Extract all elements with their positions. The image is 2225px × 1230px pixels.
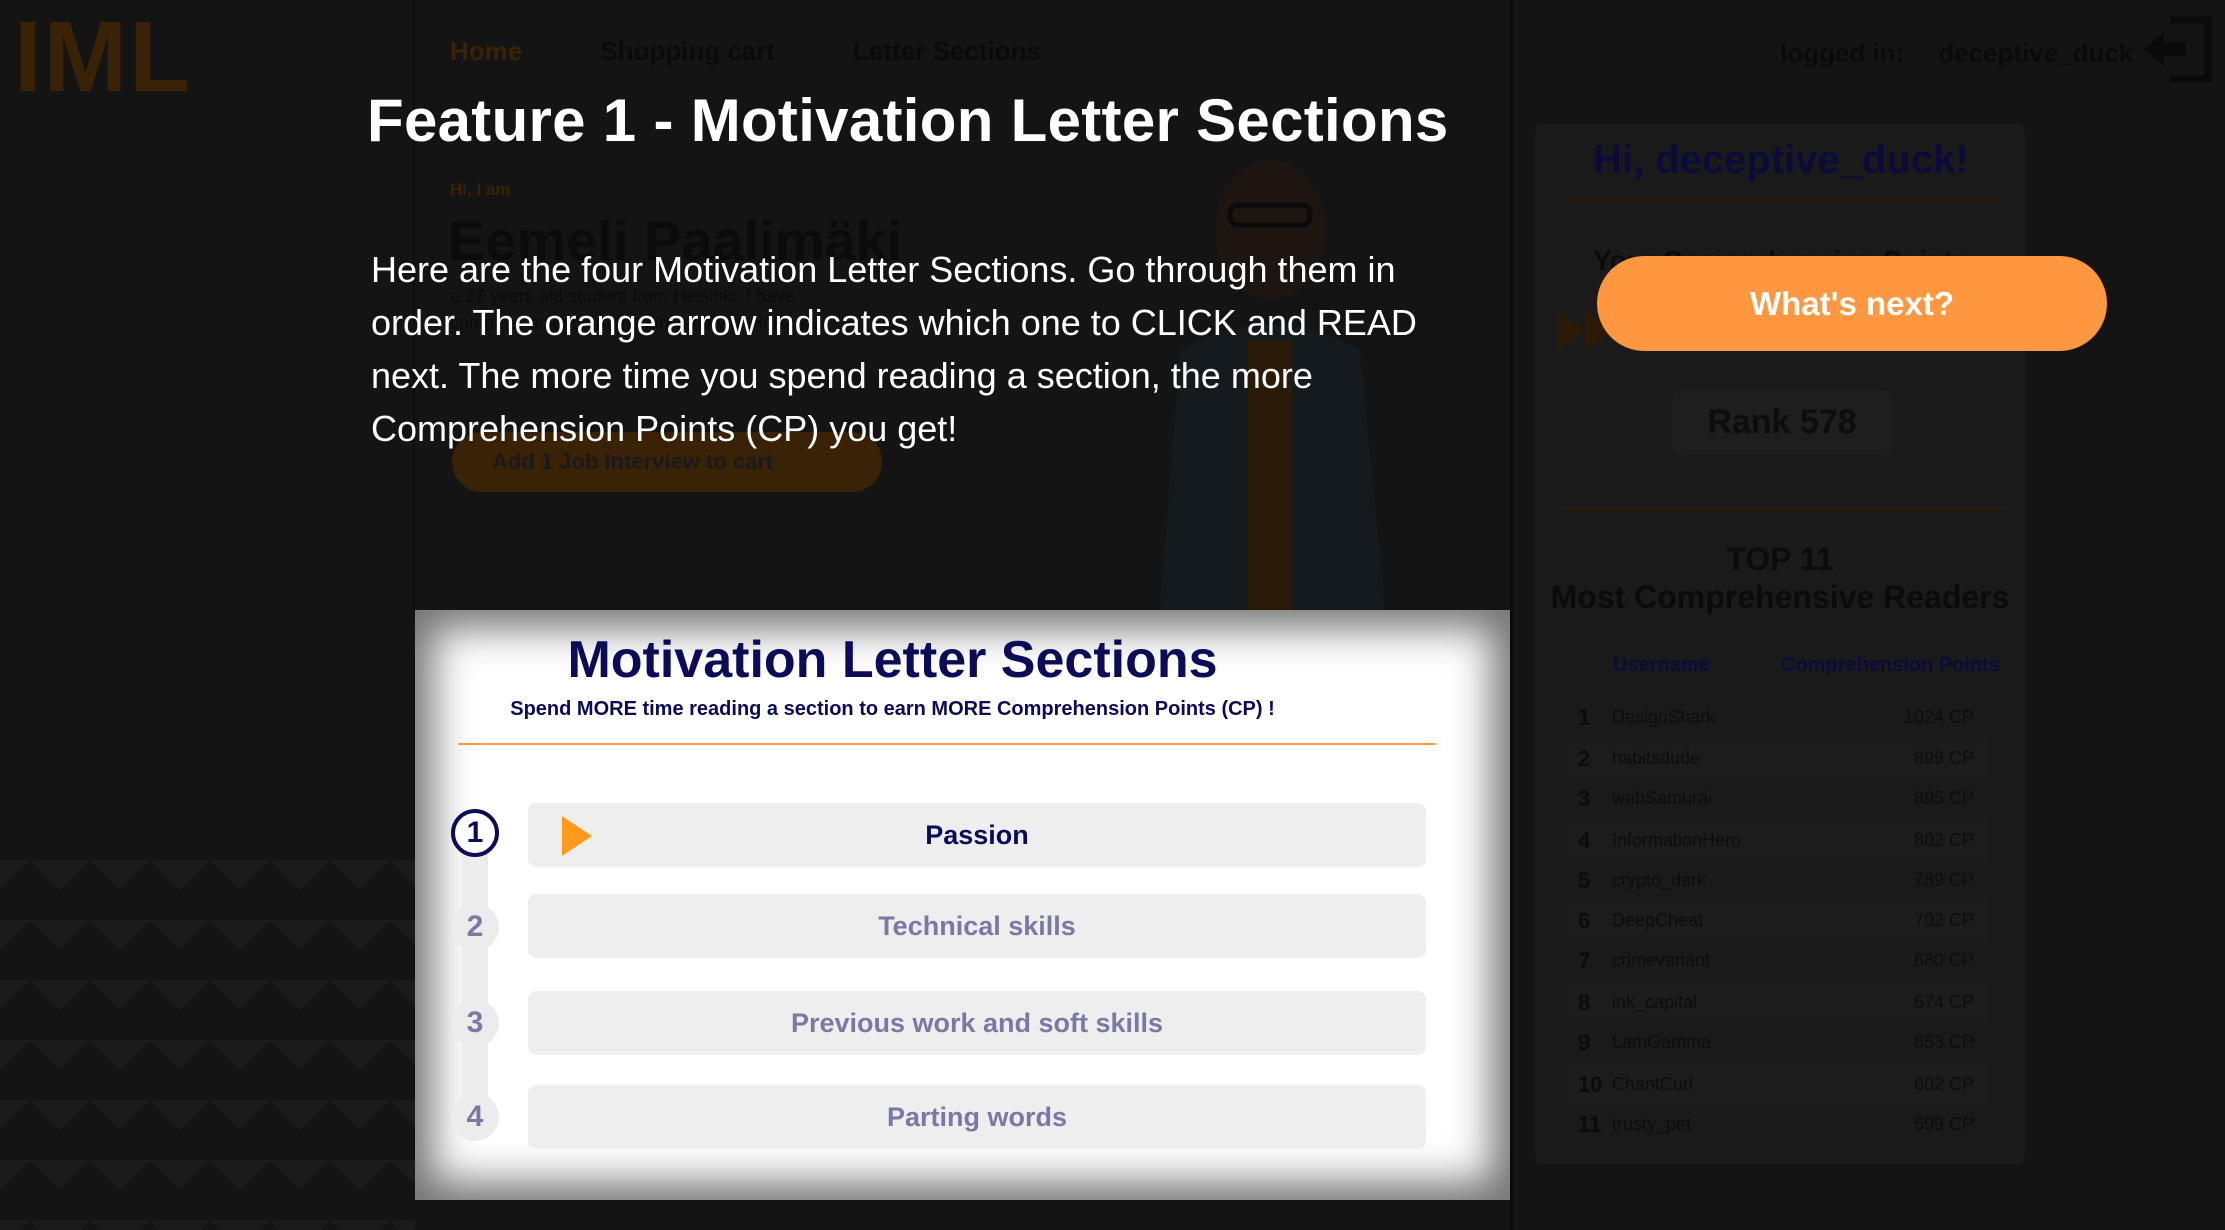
- row-rank: 6: [1578, 908, 1591, 933]
- row-points: 899 CP: [1913, 748, 1974, 768]
- row-username: crypto_dark: [1612, 870, 1707, 890]
- leaderboard-row: 5 crypto_dark 789 CP: [1568, 860, 1988, 900]
- row-points: 895 CP: [1913, 788, 1974, 808]
- row-username: ink_capital: [1612, 992, 1698, 1012]
- step-number-2: 2: [451, 903, 499, 951]
- nav-home[interactable]: Home: [450, 36, 522, 67]
- leaderboard-row: 1 DesignShark 1024 CP: [1568, 697, 1988, 737]
- orange-arrow-icon: [562, 816, 592, 856]
- logout-icon[interactable]: [2140, 12, 2215, 87]
- login-status: logged in: deceptive_duck: [1780, 38, 2133, 69]
- leaderboard-row: 2 habitsdude 899 CP: [1568, 738, 1988, 778]
- row-username: InformationHero: [1612, 830, 1742, 850]
- row-rank: 7: [1578, 948, 1591, 973]
- sidebar-divider: [1510, 0, 1513, 1230]
- username-label: deceptive_duck: [1938, 38, 2134, 68]
- row-rank: 4: [1578, 828, 1591, 853]
- row-points: 1024 CP: [1903, 707, 1974, 727]
- top-nav: Home Shopping cart Letter Sections: [450, 36, 1041, 67]
- row-username: DesignShark: [1612, 707, 1716, 727]
- row-rank: 9: [1578, 1030, 1591, 1055]
- sidebar-greeting: Hi, deceptive_duck!: [1593, 138, 1969, 182]
- leaderboard-title-line1: TOP 11: [1726, 541, 1834, 577]
- section-label: Technical skills: [878, 910, 1076, 941]
- leaderboard-title: TOP 11 Most Comprehensive Readers: [1535, 540, 2025, 616]
- whats-next-button[interactable]: What's next?: [1597, 256, 2107, 351]
- progress-rail: [462, 830, 488, 1130]
- section-button-passion[interactable]: Passion: [528, 803, 1426, 867]
- row-points: 653 CP: [1913, 1032, 1974, 1052]
- logged-in-label: logged in:: [1780, 38, 1905, 68]
- sections-divider: [458, 743, 1436, 745]
- row-points: 599 CP: [1913, 1114, 1974, 1134]
- tutorial-body: Here are the four Motivation Letter Sect…: [371, 249, 1417, 449]
- sections-title: Motivation Letter Sections: [567, 631, 1218, 689]
- rank-label: Rank 578: [1707, 402, 1857, 441]
- section-label: Passion: [925, 819, 1029, 850]
- row-username: webSamurai: [1612, 788, 1713, 808]
- section-button-technical-skills[interactable]: Technical skills: [528, 894, 1426, 958]
- app-logo[interactable]: IML: [14, 0, 192, 115]
- section-label: Parting words: [886, 1101, 1068, 1132]
- row-points: 674 CP: [1913, 992, 1974, 1012]
- col-username-header: Username: [1613, 654, 1710, 676]
- row-rank: 5: [1578, 868, 1591, 893]
- leaderboard-row: 3 webSamurai 895 CP: [1568, 778, 1988, 818]
- tutorial-title: Feature 1 - Motivation Letter Sections: [367, 87, 1449, 154]
- background-pattern: [0, 860, 415, 1230]
- row-username: trusty_pet: [1612, 1114, 1692, 1134]
- row-rank: 8: [1578, 990, 1591, 1015]
- hero-greeting: Hi, I am: [450, 180, 511, 199]
- nav-shopping-cart[interactable]: Shopping cart: [600, 36, 775, 67]
- rank-divider: [1560, 508, 2008, 510]
- row-rank: 11: [1578, 1112, 1602, 1137]
- step-number-3: 3: [451, 999, 499, 1047]
- row-points: 602 CP: [1913, 1074, 1974, 1094]
- row-rank: 2: [1578, 746, 1591, 771]
- row-username: habitsdude: [1612, 748, 1701, 768]
- row-username: DeepCheat: [1612, 910, 1704, 930]
- leaderboard-row: 8 ink_capital 674 CP: [1568, 982, 1988, 1022]
- step-number-4: 4: [451, 1093, 499, 1141]
- row-username: LamGamma: [1612, 1032, 1712, 1052]
- leaderboard-row: 10 ChantCurl 602 CP: [1568, 1064, 1988, 1104]
- row-username: ChantCurl: [1612, 1074, 1694, 1094]
- section-button-previous-work[interactable]: Previous work and soft skills: [528, 991, 1426, 1055]
- row-points: 789 CP: [1913, 870, 1974, 890]
- leaderboard-row: 6 DeepCheat 702 CP: [1568, 900, 1988, 940]
- row-username: crimevariant: [1612, 950, 1711, 970]
- section-button-parting-words[interactable]: Parting words: [528, 1085, 1426, 1149]
- leaderboard-row: 7 crimevariant 680 CP: [1568, 940, 1988, 980]
- greeting-divider: [1560, 198, 2005, 200]
- whats-next-label: What's next?: [1749, 284, 1955, 322]
- rank-badge: Rank 578: [1672, 390, 1892, 454]
- row-rank: 3: [1578, 786, 1591, 811]
- leaderboard-row: 9 LamGamma 653 CP: [1568, 1022, 1988, 1062]
- row-points: 680 CP: [1913, 950, 1974, 970]
- row-rank: 1: [1578, 705, 1591, 730]
- leaderboard-title-line2: Most Comprehensive Readers: [1550, 579, 2010, 615]
- col-cp-header: Comprehension Points: [1781, 654, 2000, 676]
- leaderboard-row: 11 trusty_pet 599 CP: [1568, 1104, 1988, 1144]
- row-rank: 10: [1578, 1072, 1603, 1097]
- sections-subtitle: Spend MORE time reading a section to ear…: [510, 698, 1275, 720]
- section-label: Previous work and soft skills: [790, 1007, 1164, 1038]
- nav-letter-sections[interactable]: Letter Sections: [853, 36, 1041, 67]
- leaderboard-row: 4 InformationHero 802 CP: [1568, 820, 1988, 860]
- row-points: 802 CP: [1913, 830, 1974, 850]
- row-points: 702 CP: [1913, 910, 1974, 930]
- step-number-1: 1: [451, 809, 499, 857]
